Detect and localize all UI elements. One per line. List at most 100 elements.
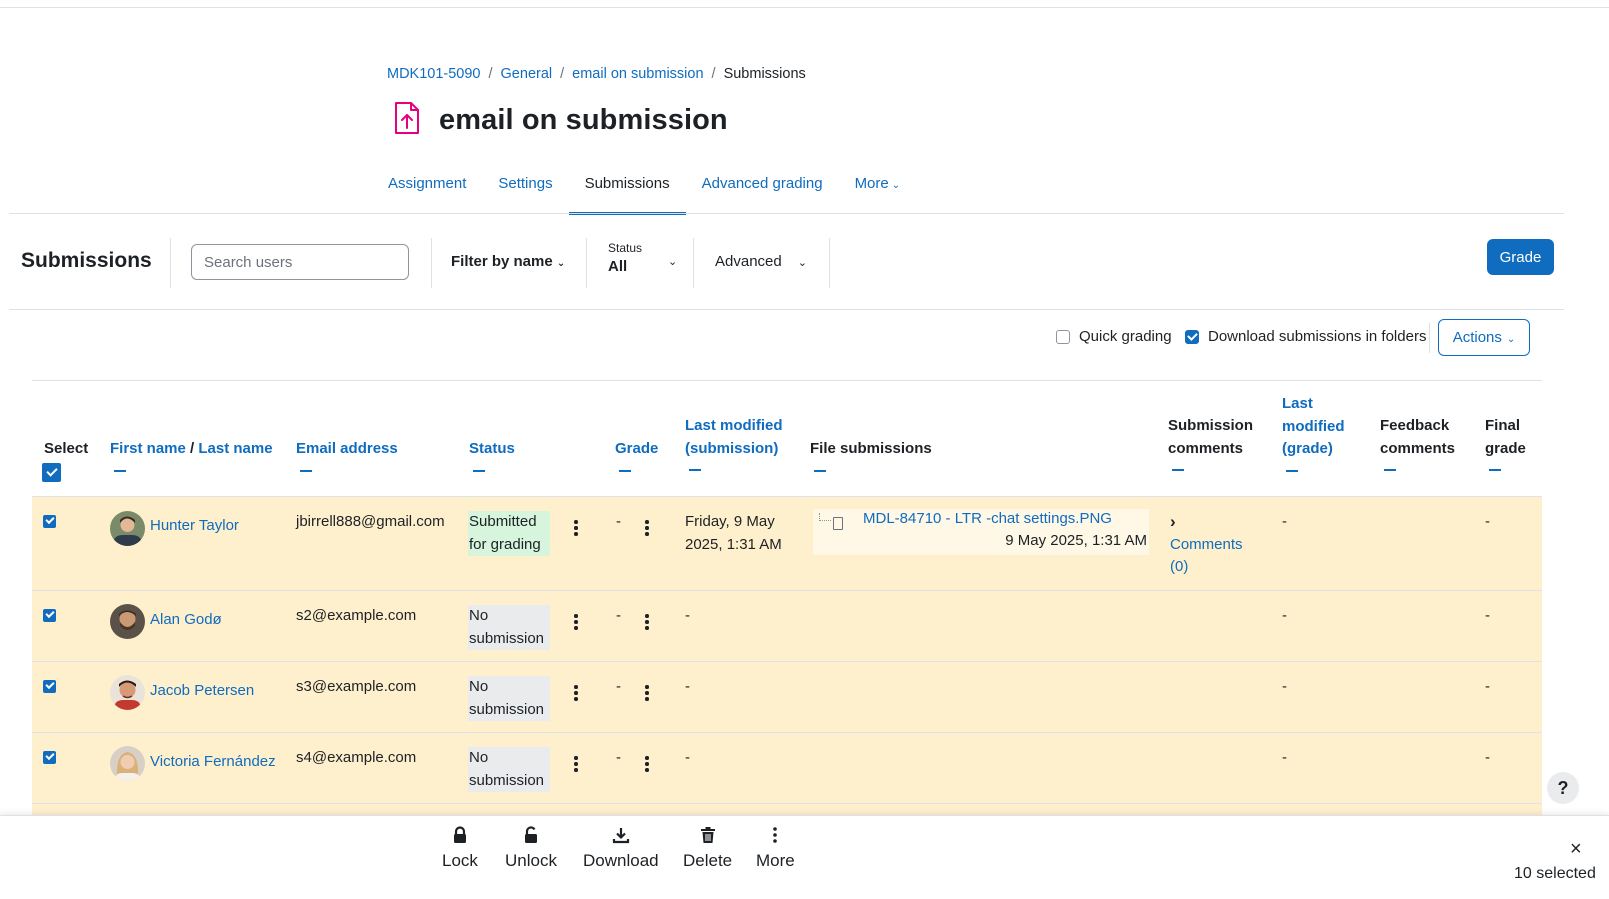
- column-hide-toggle[interactable]: [689, 469, 701, 471]
- breadcrumb-activity[interactable]: email on submission: [572, 66, 703, 82]
- header-label: (submission): [685, 439, 779, 457]
- breadcrumb-section[interactable]: General: [501, 66, 553, 82]
- column-hide-toggle[interactable]: [619, 469, 631, 472]
- header-label: Status: [469, 440, 515, 457]
- column-header-grade[interactable]: Grade: [615, 438, 658, 472]
- row-select-checkbox[interactable]: [43, 680, 56, 693]
- last-modified-grade: -: [1282, 678, 1287, 695]
- unlock-button[interactable]: Unlock: [505, 826, 557, 871]
- row-select-checkbox[interactable]: [43, 515, 56, 528]
- lock-label: Lock: [442, 851, 478, 870]
- tree-connector-icon: [819, 513, 831, 521]
- toolbar-title: Submissions: [21, 249, 152, 272]
- tabs-divider: [9, 213, 1564, 214]
- comments-count[interactable]: (0): [1170, 556, 1243, 579]
- toolbar-divider: [586, 238, 587, 288]
- download-in-folders-option[interactable]: Download submissions in folders: [1185, 328, 1426, 345]
- row-select-checkbox[interactable]: [43, 751, 56, 764]
- tab-label: Settings: [498, 175, 553, 192]
- sort-first-name-link[interactable]: First name: [110, 440, 186, 457]
- status-badge: No submission: [468, 747, 550, 792]
- options-divider: [32, 380, 1542, 381]
- column-hide-toggle[interactable]: [1286, 469, 1298, 472]
- page-title: email on submission: [439, 103, 728, 136]
- options-divider: [1429, 323, 1430, 353]
- select-all-checkbox[interactable]: [42, 463, 61, 482]
- avatar[interactable]: [110, 511, 145, 546]
- status-line: No: [469, 678, 489, 695]
- status-line: No: [469, 607, 489, 624]
- table-row: Jacob Petersen s3@example.com No submiss…: [32, 661, 1542, 732]
- avatar[interactable]: [110, 675, 145, 710]
- column-header-name: First name / Last name: [110, 438, 273, 472]
- close-icon[interactable]: ×: [1570, 838, 1582, 861]
- grade-actions-kebab-icon[interactable]: [645, 756, 649, 774]
- avatar[interactable]: [110, 746, 145, 781]
- advanced-label: Advanced: [715, 253, 782, 270]
- column-hide-toggle[interactable]: [1172, 469, 1184, 471]
- user-name-link[interactable]: Hunter Taylor: [150, 515, 239, 538]
- column-header-last-modified-submission[interactable]: Last modified (submission): [685, 415, 783, 471]
- comments-link[interactable]: Comments: [1170, 534, 1243, 557]
- breadcrumb-separator: /: [711, 66, 716, 82]
- user-name-link[interactable]: Victoria Fernández: [150, 751, 276, 774]
- row-select-checkbox[interactable]: [43, 609, 56, 622]
- file-link[interactable]: MDL-84710 - LTR -chat settings.PNG: [863, 510, 1112, 527]
- help-button[interactable]: ?: [1547, 772, 1579, 804]
- download-in-folders-checkbox[interactable]: [1185, 329, 1199, 344]
- grade-actions-kebab-icon[interactable]: [645, 685, 649, 703]
- column-header-submission-comments: Submission comments: [1168, 415, 1253, 471]
- quick-grading-option[interactable]: Quick grading: [1056, 328, 1172, 345]
- tab-submissions[interactable]: Submissions: [568, 167, 686, 215]
- column-header-email[interactable]: Email address: [296, 438, 398, 472]
- submission-comments[interactable]: › Comments (0): [1170, 511, 1243, 579]
- chevron-right-icon[interactable]: ›: [1170, 511, 1243, 534]
- advanced-filter-dropdown[interactable]: Advanced ⌄: [715, 253, 807, 270]
- search-users-input[interactable]: [191, 244, 409, 280]
- status-line: submission: [469, 629, 545, 647]
- actions-dropdown-button[interactable]: Actions ⌄: [1438, 319, 1530, 356]
- quick-grading-checkbox[interactable]: [1056, 329, 1070, 344]
- user-name-link[interactable]: Alan Godø: [150, 609, 222, 632]
- tab-more[interactable]: More ⌄: [839, 167, 917, 215]
- tab-assignment[interactable]: Assignment: [372, 167, 482, 215]
- breadcrumb-course[interactable]: MDK101-5090: [387, 66, 481, 82]
- download-button[interactable]: Download: [583, 826, 659, 871]
- final-grade: -: [1485, 513, 1490, 530]
- grade-actions-kebab-icon[interactable]: [645, 614, 649, 632]
- column-hide-toggle[interactable]: [814, 469, 826, 472]
- user-name-link[interactable]: Jacob Petersen: [150, 680, 254, 703]
- filter-by-name-dropdown[interactable]: Filter by name ⌄: [451, 253, 565, 270]
- lock-button[interactable]: Lock: [442, 826, 478, 871]
- column-hide-toggle[interactable]: [1489, 469, 1501, 471]
- header-label: comments: [1168, 439, 1244, 457]
- status-actions-kebab-icon[interactable]: [574, 685, 578, 703]
- status-filter-dropdown[interactable]: Status All ⌄: [608, 241, 677, 275]
- grade-button[interactable]: Grade: [1487, 239, 1554, 275]
- column-header-last-modified-grade[interactable]: Last modified (grade): [1282, 393, 1345, 472]
- column-hide-toggle[interactable]: [114, 469, 126, 472]
- column-header-status[interactable]: Status: [469, 438, 515, 472]
- grade-actions-kebab-icon[interactable]: [645, 520, 649, 538]
- sort-last-name-link[interactable]: Last name: [198, 440, 272, 457]
- chevron-down-icon: ⌄: [556, 258, 566, 269]
- status-actions-kebab-icon[interactable]: [574, 520, 578, 538]
- avatar[interactable]: [110, 604, 145, 639]
- column-hide-toggle[interactable]: [473, 469, 485, 472]
- tab-advanced-grading[interactable]: Advanced grading: [686, 167, 839, 215]
- more-actions-button[interactable]: More: [756, 826, 795, 871]
- column-hide-toggle[interactable]: [300, 469, 312, 472]
- header-label: grade: [1485, 439, 1526, 457]
- last-modified-grade: -: [1282, 749, 1287, 766]
- assignment-upload-icon: [392, 100, 422, 140]
- tab-settings[interactable]: Settings: [482, 167, 568, 215]
- final-grade: -: [1485, 607, 1490, 624]
- top-divider: [0, 7, 1609, 8]
- date-line: Friday, 9 May: [685, 513, 775, 530]
- status-actions-kebab-icon[interactable]: [574, 614, 578, 632]
- status-actions-kebab-icon[interactable]: [574, 756, 578, 774]
- toolbar-divider: [9, 309, 1564, 310]
- column-hide-toggle[interactable]: [1384, 469, 1396, 471]
- status-filter-label: Status: [608, 241, 643, 255]
- delete-button[interactable]: Delete: [683, 826, 732, 871]
